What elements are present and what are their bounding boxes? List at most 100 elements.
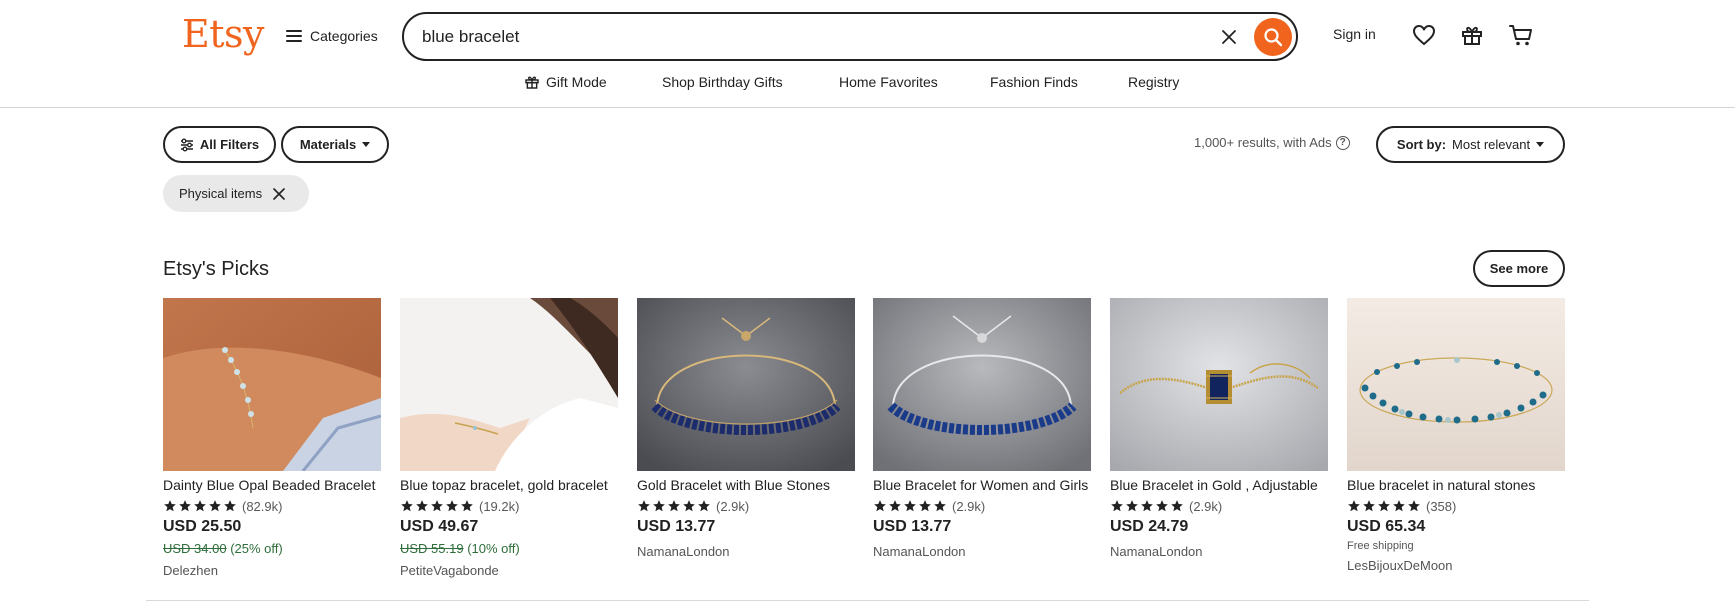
product-price: USD 49.67 <box>400 518 479 535</box>
star-icon <box>179 500 191 512</box>
star-icon <box>698 500 710 512</box>
etsy-logo[interactable]: Etsy <box>182 12 264 56</box>
results-text: 1,000+ results, with Ads <box>1194 135 1332 150</box>
review-count: (19.2k) <box>479 498 520 514</box>
subnav-item-home-favorites[interactable]: Home Favorites <box>839 74 938 90</box>
product-image[interactable] <box>1347 298 1565 471</box>
subnav-item-fashion-finds[interactable]: Fashion Finds <box>990 74 1078 90</box>
star-icon <box>889 500 901 512</box>
product-price: USD 13.77 <box>873 518 952 535</box>
search-icon <box>1264 28 1283 47</box>
section-divider <box>146 600 1589 601</box>
star-rating: (358) <box>1347 498 1565 514</box>
product-price: USD 25.50 <box>163 518 242 535</box>
physical-items-chip[interactable]: Physical items <box>163 175 309 212</box>
site-header: Etsy Categories Sign in <box>0 0 1735 108</box>
star-icon <box>1393 500 1405 512</box>
original-price: USD 34.00 <box>163 541 227 556</box>
product-image[interactable] <box>873 298 1091 471</box>
product-card[interactable]: Blue Bracelet in Gold , Adjustable (2.9k… <box>1110 298 1328 560</box>
product-card[interactable]: Blue Bracelet for Women and Girls (2.9k)… <box>873 298 1091 560</box>
shop-name[interactable]: NamanaLondon <box>873 544 1091 560</box>
all-filters-button[interactable]: All Filters <box>163 126 276 163</box>
product-title[interactable]: Blue Bracelet for Women and Girls <box>873 477 1091 495</box>
sort-dropdown[interactable]: Sort by: Most relevant <box>1376 126 1565 163</box>
star-icon <box>461 500 473 512</box>
review-count: (2.9k) <box>952 498 986 514</box>
star-icon <box>1141 500 1153 512</box>
star-icon <box>919 500 931 512</box>
section-title: Etsy's Picks <box>163 258 270 280</box>
sign-in-link[interactable]: Sign in <box>1333 26 1376 42</box>
star-icon <box>1408 500 1420 512</box>
product-image[interactable] <box>163 298 381 471</box>
materials-dropdown[interactable]: Materials <box>281 126 389 163</box>
heart-icon <box>1413 25 1435 45</box>
shop-name[interactable]: LesBijouxDeMoon <box>1347 558 1565 574</box>
product-card[interactable]: Dainty Blue Opal Beaded Bracelet (82.9k)… <box>163 298 381 579</box>
product-card[interactable]: Blue topaz bracelet, gold bracelet (19.2… <box>400 298 618 579</box>
star-icon <box>224 500 236 512</box>
all-filters-label: All Filters <box>199 137 260 152</box>
product-title[interactable]: Blue Bracelet in Gold , Adjustable <box>1110 477 1328 495</box>
star-icon <box>1348 500 1360 512</box>
star-icon <box>683 500 695 512</box>
product-image[interactable] <box>1110 298 1328 471</box>
product-card[interactable]: Gold Bracelet with Blue Stones (2.9k) US… <box>637 298 855 560</box>
favorites-button[interactable] <box>1409 20 1439 50</box>
subnav-label: Gift Mode <box>546 74 607 90</box>
product-title[interactable]: Blue topaz bracelet, gold bracelet <box>400 477 618 495</box>
product-card[interactable]: Blue bracelet in natural stones (358) US… <box>1347 298 1565 574</box>
star-icon <box>1156 500 1168 512</box>
star-icon <box>904 500 916 512</box>
star-rating: (19.2k) <box>400 498 618 514</box>
menu-icon <box>286 30 302 42</box>
star-icon <box>209 500 221 512</box>
cart-button[interactable] <box>1506 20 1536 50</box>
categories-button[interactable]: Categories <box>286 24 378 48</box>
filter-icon <box>180 138 193 151</box>
search-bar <box>402 12 1298 61</box>
subnav-item-gift-mode[interactable]: Gift Mode <box>524 74 607 90</box>
sort-prefix: Sort by: <box>1396 137 1447 152</box>
star-rating: (2.9k) <box>873 498 1091 514</box>
subnav-item-registry[interactable]: Registry <box>1128 74 1179 90</box>
review-count: (2.9k) <box>716 498 750 514</box>
help-icon[interactable]: ? <box>1335 135 1350 150</box>
subnav-item-birthday-gifts[interactable]: Shop Birthday Gifts <box>662 74 783 90</box>
shop-name[interactable]: PetiteVagabonde <box>400 563 618 579</box>
close-icon[interactable] <box>272 187 286 201</box>
gift-icon <box>1462 26 1482 45</box>
search-input[interactable] <box>422 25 1182 49</box>
product-image[interactable] <box>637 298 855 471</box>
shop-name[interactable]: NamanaLondon <box>1110 544 1328 560</box>
product-image[interactable] <box>400 298 618 471</box>
sub-navigation: Gift Mode Shop Birthday Gifts Home Favor… <box>0 74 1735 94</box>
product-title[interactable]: Blue bracelet in natural stones <box>1347 477 1565 495</box>
search-button[interactable] <box>1254 18 1292 56</box>
shop-name[interactable]: NamanaLondon <box>637 544 855 560</box>
review-count: (2.9k) <box>1189 498 1223 514</box>
star-icon <box>1363 500 1375 512</box>
gift-button[interactable] <box>1457 20 1487 50</box>
original-price: USD 55.19 <box>400 541 464 556</box>
product-title[interactable]: Dainty Blue Opal Beaded Bracelet <box>163 477 381 495</box>
star-icon <box>164 500 176 512</box>
star-rating: (2.9k) <box>637 498 855 514</box>
review-count: (82.9k) <box>242 498 283 514</box>
star-icon <box>401 500 413 512</box>
materials-label: Materials <box>299 137 357 152</box>
product-title[interactable]: Gold Bracelet with Blue Stones <box>637 477 855 495</box>
star-icon <box>416 500 428 512</box>
close-icon <box>1222 30 1236 44</box>
star-icon <box>638 500 650 512</box>
product-price: USD 13.77 <box>637 518 716 535</box>
see-more-button[interactable]: See more <box>1473 250 1565 287</box>
clear-search-button[interactable] <box>1216 24 1242 50</box>
shop-name[interactable]: Delezhen <box>163 563 381 579</box>
original-price-row: USD 34.00 (25% off) <box>163 541 381 557</box>
review-count: (358) <box>1426 498 1457 514</box>
discount: (10% off) <box>467 541 520 556</box>
star-icon <box>874 500 886 512</box>
gift-icon <box>525 76 539 89</box>
